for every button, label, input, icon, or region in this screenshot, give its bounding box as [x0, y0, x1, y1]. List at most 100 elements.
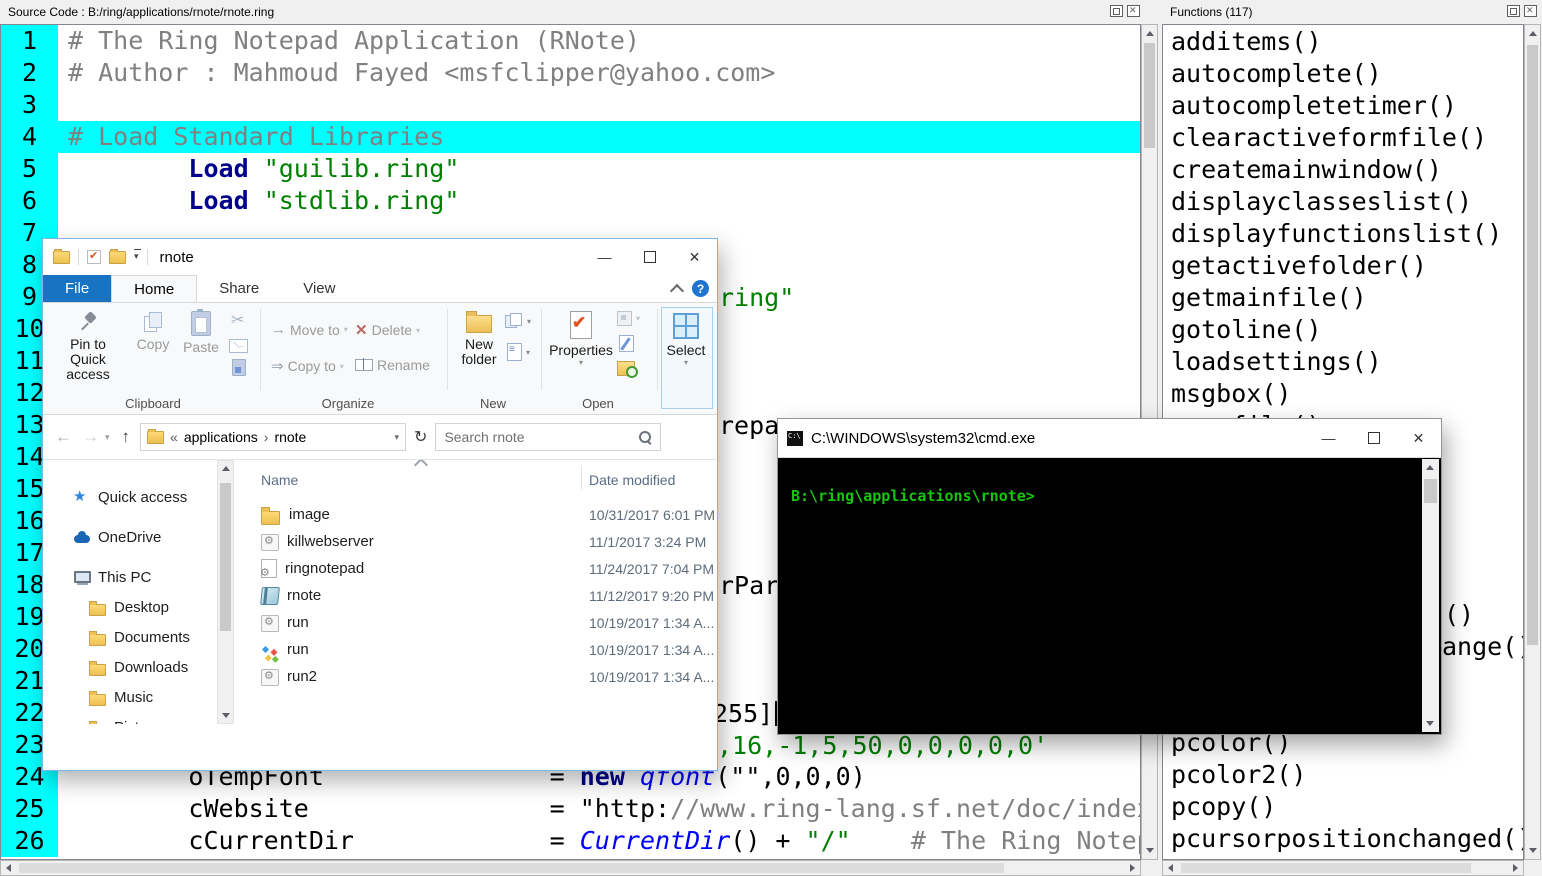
file-row[interactable]: run10/19/2017 1:34 A... [234, 636, 717, 663]
explorer-close-button[interactable]: ✕ [672, 239, 717, 275]
function-list-item[interactable]: autocompletetimer() [1163, 90, 1523, 122]
sidebar-item-onedrive[interactable]: OneDrive [73, 525, 161, 549]
functions-hscroll-thumb[interactable] [1181, 863, 1471, 873]
properties-qat-icon[interactable] [87, 250, 101, 264]
cut-button[interactable]: ✂ [231, 313, 244, 329]
tab-view[interactable]: View [281, 275, 357, 302]
properties-button[interactable]: Properties ▾ [551, 311, 611, 367]
file-row[interactable]: run210/19/2017 1:34 A... [234, 663, 717, 690]
collapse-ribbon-icon[interactable] [670, 283, 684, 297]
tab-file[interactable]: File [43, 275, 111, 302]
address-bar[interactable]: « applications › rnote ▾ [140, 423, 406, 451]
sidebar-item-music[interactable]: Music [89, 685, 153, 709]
search-box[interactable]: Search rnote [435, 423, 661, 451]
code-line[interactable]: 4# Load Standard Libraries [1, 121, 1140, 153]
file-row[interactable]: killwebserver11/1/2017 3:24 PM [234, 528, 717, 555]
paste-button[interactable]: Paste [179, 311, 223, 355]
select-button[interactable]: Select ▾ [663, 313, 709, 367]
code-line[interactable]: 1# The Ring Notepad Application (RNote) [1, 25, 1140, 57]
code-line[interactable]: 25 cWebsite = "http://www.ring-lang.sf.n… [1, 793, 1140, 825]
file-row[interactable]: rnote11/12/2017 9:20 PM [234, 582, 717, 609]
pin-to-quick-access-button[interactable]: Pin to Quick access [51, 311, 125, 382]
copy-path-button[interactable]: ＼.. [229, 339, 248, 353]
help-icon[interactable]: ? [692, 280, 709, 297]
refresh-icon[interactable]: ↻ [414, 427, 427, 447]
recent-locations-icon[interactable]: ▾ [105, 432, 110, 443]
sidebar-item-pictures[interactable]: Pictures [89, 715, 168, 724]
history-button[interactable] [617, 361, 635, 376]
function-list-item[interactable]: createmainwindow() [1163, 154, 1523, 186]
sidebar-item-quick-access[interactable]: Quick access [73, 485, 187, 509]
explorer-titlebar[interactable]: ▾ rnote — ✕ [43, 239, 717, 275]
sidebar-item-this-pc[interactable]: This PC [73, 565, 151, 589]
source-panel-close-icon[interactable] [1127, 5, 1140, 17]
copy-button[interactable]: Copy [131, 311, 175, 352]
functions-horizontal-scrollbar[interactable] [1162, 860, 1524, 876]
breadcrumb-prefix[interactable]: « [170, 429, 178, 445]
new-folder-qat-icon[interactable] [109, 251, 126, 264]
move-to-button[interactable]: → Move to▾ [271, 321, 348, 338]
function-list-item[interactable]: msgbox() [1163, 378, 1523, 410]
function-list-item[interactable]: displayfunctionslist() [1163, 218, 1523, 250]
cmd-maximize-button[interactable] [1351, 419, 1396, 457]
function-list-item[interactable]: pcolor2() [1163, 759, 1523, 791]
copy-to-button[interactable]: ⇒ Copy to▾ [271, 357, 344, 375]
sidebar-scroll-thumb[interactable] [220, 483, 231, 631]
source-panel-float-icon[interactable] [1110, 5, 1123, 17]
tab-home[interactable]: Home [111, 275, 197, 302]
explorer-minimize-button[interactable]: — [582, 239, 627, 275]
back-icon[interactable]: ← [55, 427, 72, 447]
cmd-titlebar[interactable]: C:\WINDOWS\system32\cmd.exe — ✕ [778, 419, 1441, 458]
function-list-item[interactable]: additems() [1163, 26, 1523, 58]
source-horizontal-scrollbar[interactable] [0, 860, 1141, 876]
code-line[interactable]: 26 cCurrentDir = CurrentDir() + "/" # Th… [1, 825, 1140, 857]
new-folder-button[interactable]: New folder [451, 311, 507, 367]
new-item-button[interactable]: ▾ [505, 313, 531, 329]
cmd-close-button[interactable]: ✕ [1396, 419, 1441, 457]
source-vscroll-thumb[interactable] [1144, 43, 1155, 148]
search-icon[interactable] [638, 430, 652, 444]
sidebar-item-downloads[interactable]: Downloads [89, 655, 188, 679]
functions-panel-float-icon[interactable] [1507, 5, 1520, 17]
breadcrumb-applications[interactable]: applications [184, 429, 258, 445]
file-row[interactable]: ringnotepad11/24/2017 7:04 PM [234, 555, 717, 582]
edit-button[interactable] [619, 335, 634, 352]
paste-shortcut-button[interactable] [232, 359, 246, 376]
function-list-item[interactable]: autocomplete() [1163, 58, 1523, 90]
function-list-item[interactable]: pcursorpositionchanged() [1163, 823, 1523, 855]
sidebar-scrollbar[interactable] [217, 460, 234, 724]
column-header-date-modified[interactable]: Date modified [589, 472, 675, 488]
source-hscroll-thumb[interactable] [19, 863, 1004, 873]
function-list-item[interactable]: pcopy() [1163, 791, 1523, 823]
rename-button[interactable]: Rename [355, 357, 430, 373]
functions-vertical-scrollbar[interactable] [1524, 24, 1541, 860]
function-list-item[interactable]: clearactiveformfile() [1163, 122, 1523, 154]
up-icon[interactable]: ↑ [122, 427, 131, 447]
delete-button[interactable]: ✕ Delete▾ [355, 321, 420, 339]
customize-qat-icon[interactable]: ▾ [134, 251, 139, 262]
file-row[interactable]: run10/19/2017 1:34 A... [234, 609, 717, 636]
function-list-item[interactable]: getactivefolder() [1163, 250, 1523, 282]
file-row[interactable]: image10/31/2017 6:01 PM [234, 501, 717, 528]
column-header-name[interactable]: Name [261, 472, 298, 488]
sidebar-item-desktop[interactable]: Desktop [89, 595, 169, 619]
tab-share[interactable]: Share [197, 275, 281, 302]
explorer-maximize-button[interactable] [627, 239, 672, 275]
function-list-item[interactable]: displayclasseslist() [1163, 186, 1523, 218]
functions-panel-close-icon[interactable] [1524, 5, 1537, 17]
functions-vscroll-thumb[interactable] [1527, 45, 1538, 645]
easy-access-button[interactable]: ▾ [507, 343, 530, 361]
code-line[interactable]: 2# Author : Mahmoud Fayed <msfclipper@ya… [1, 57, 1140, 89]
code-line[interactable]: 6 Load "stdlib.ring" [1, 185, 1140, 217]
open-button[interactable]: ▾ [617, 311, 640, 326]
forward-icon[interactable]: → [82, 427, 99, 447]
address-dropdown-icon[interactable]: ▾ [395, 432, 400, 443]
cmd-minimize-button[interactable]: — [1306, 419, 1351, 457]
function-list-item[interactable]: gotoline() [1163, 314, 1523, 346]
sidebar-item-documents[interactable]: Documents [89, 625, 190, 649]
function-list-item[interactable]: getmainfile() [1163, 282, 1523, 314]
code-line[interactable]: 3 [1, 89, 1140, 121]
cmd-scroll-thumb[interactable] [1424, 479, 1437, 503]
breadcrumb-rnote[interactable]: rnote [274, 429, 306, 445]
code-line[interactable]: 5 Load "guilib.ring" [1, 153, 1140, 185]
